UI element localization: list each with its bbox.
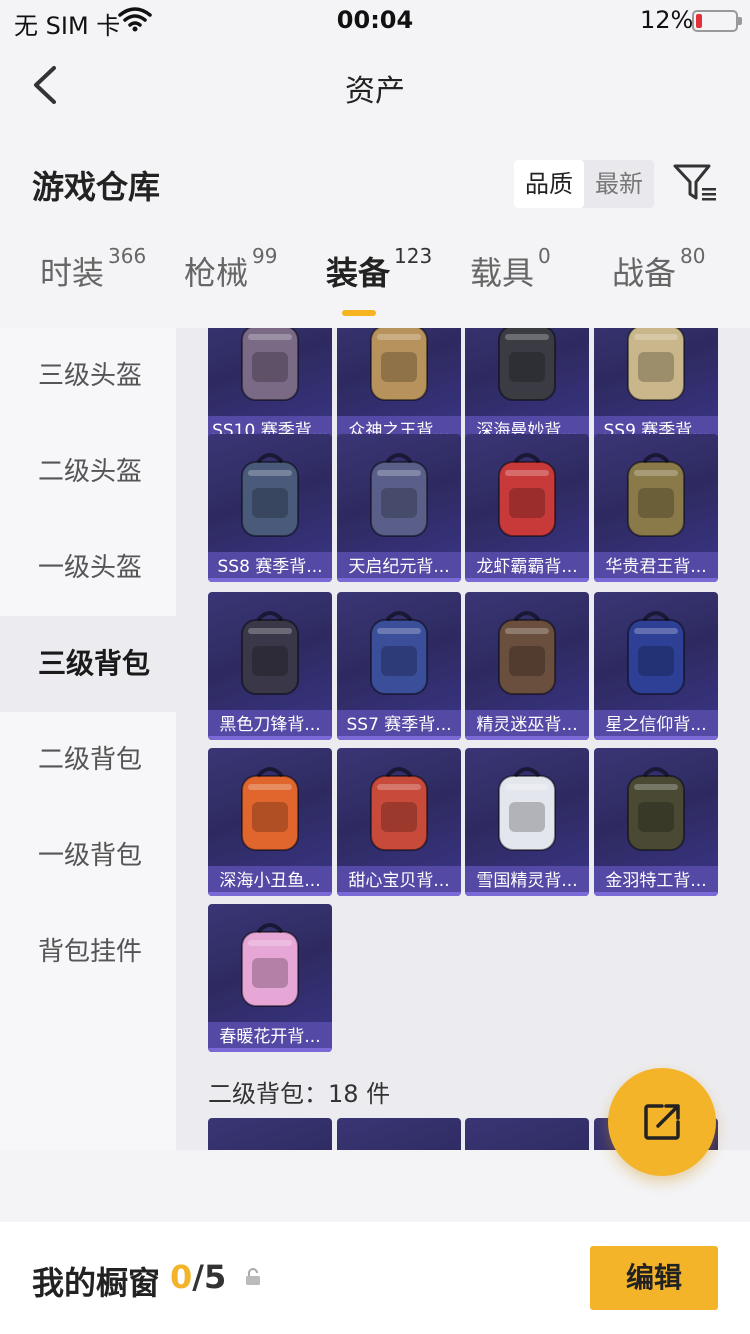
battery-icon [692, 10, 742, 32]
backpack-icon [370, 453, 428, 537]
tab-label: 装备 [326, 254, 391, 292]
sort-toggle: 品质 最新 [514, 160, 654, 208]
item-name: 天启纪元背... [337, 552, 461, 582]
item-card[interactable]: 星之信仰背... [594, 592, 718, 740]
tab-gear[interactable]: 战备 80 [612, 244, 705, 318]
tab-equipment[interactable]: 装备 123 [326, 244, 432, 318]
tab-label: 载具 [470, 254, 535, 292]
backpack-icon [498, 767, 556, 851]
item-card-partial[interactable] [465, 1118, 589, 1150]
group-label: 二级背包：18 件 [208, 1080, 391, 1108]
battery-percent: 12% [640, 6, 694, 34]
item-card-partial[interactable] [337, 1118, 461, 1150]
item-name: 深海小丑鱼... [208, 866, 332, 896]
item-card[interactable]: SS10 赛季背... [208, 328, 332, 446]
tab-label: 时装 [40, 254, 105, 292]
item-name: 春暖花开背... [208, 1022, 332, 1052]
backpack-icon [498, 328, 556, 401]
backpack-icon [627, 453, 685, 537]
item-card-partial[interactable] [208, 1118, 332, 1150]
item-card[interactable]: 黑色刀锋背... [208, 592, 332, 740]
showcase-total: /5 [192, 1258, 227, 1296]
item-card[interactable]: 精灵迷巫背... [465, 592, 589, 740]
sidebar-item-backpack-2[interactable]: 二级背包 [0, 712, 176, 808]
item-card[interactable]: SS9 赛季背... [594, 328, 718, 446]
item-card[interactable]: 龙虾霸霸背... [465, 434, 589, 582]
tab-count: 80 [680, 244, 706, 268]
category-tabs: 时装 366 枪械 99 装备 123 载具 0 战备 80 [0, 244, 750, 328]
page-title: 资产 [345, 74, 405, 109]
item-grid: 二级背包：18 件 SS10 赛季背... 众神之王背... 深海曼妙背... SS9… [176, 328, 750, 1150]
item-card[interactable]: 华贵君王背... [594, 434, 718, 582]
item-name: 黑色刀锋背... [208, 710, 332, 740]
item-card[interactable]: SS8 赛季背... [208, 434, 332, 582]
backpack-icon [370, 611, 428, 695]
item-card[interactable]: 众神之王背... [337, 328, 461, 446]
tab-count: 0 [538, 244, 551, 268]
tab-label: 枪械 [184, 254, 249, 292]
sidebar-item-helmet-2[interactable]: 二级头盔 [0, 424, 176, 520]
tab-count: 123 [394, 244, 433, 268]
backpack-icon [498, 453, 556, 537]
backpack-icon [241, 923, 299, 1007]
item-name: SS8 赛季背... [208, 552, 332, 582]
showcase-count: 0/5 [170, 1258, 226, 1296]
tab-vehicles[interactable]: 载具 0 [470, 244, 551, 318]
tab-outfits[interactable]: 时装 366 [40, 244, 146, 318]
item-card[interactable]: 甜心宝贝背... [337, 748, 461, 896]
edit-button[interactable]: 编辑 [590, 1246, 718, 1310]
item-card[interactable]: 深海曼妙背... [465, 328, 589, 446]
backpack-icon [241, 328, 299, 401]
item-name: 华贵君王背... [594, 552, 718, 582]
section-title: 游戏仓库 [32, 168, 161, 206]
item-name: 金羽特工背... [594, 866, 718, 896]
tab-count: 99 [252, 244, 278, 268]
sidebar-item-backpack-charm[interactable]: 背包挂件 [0, 904, 176, 1000]
share-external-icon [644, 1104, 680, 1140]
tab-count: 366 [108, 244, 147, 268]
backpack-icon [627, 328, 685, 401]
backpack-icon [241, 453, 299, 537]
item-card[interactable]: SS7 赛季背... [337, 592, 461, 740]
item-name: 星之信仰背... [594, 710, 718, 740]
lock-icon [246, 1268, 260, 1285]
sidebar-item-backpack-1[interactable]: 一级背包 [0, 808, 176, 904]
item-card[interactable]: 春暖花开背... [208, 904, 332, 1052]
item-card[interactable]: 天启纪元背... [337, 434, 461, 582]
item-name: 龙虾霸霸背... [465, 552, 589, 582]
backpack-icon [498, 611, 556, 695]
item-card[interactable]: 深海小丑鱼... [208, 748, 332, 896]
backpack-icon [627, 611, 685, 695]
share-button[interactable] [608, 1068, 716, 1176]
item-name: 雪国精灵背... [465, 866, 589, 896]
backpack-icon [627, 767, 685, 851]
item-name: SS7 赛季背... [337, 710, 461, 740]
backpack-icon [241, 611, 299, 695]
sidebar-item-backpack-3[interactable]: 三级背包 [0, 616, 176, 712]
item-card[interactable]: 雪国精灵背... [465, 748, 589, 896]
sort-quality[interactable]: 品质 [514, 160, 584, 208]
item-name: 甜心宝贝背... [337, 866, 461, 896]
item-name: 精灵迷巫背... [465, 710, 589, 740]
showcase-title: 我的橱窗 [32, 1264, 161, 1302]
status-time: 00:04 [336, 6, 414, 34]
showcase-current: 0 [170, 1258, 193, 1296]
tab-active-indicator [342, 310, 376, 316]
backpack-icon [370, 328, 428, 401]
tab-weapons[interactable]: 枪械 99 [184, 244, 277, 318]
filter-icon[interactable] [672, 162, 718, 204]
backpack-icon [370, 767, 428, 851]
sidebar-item-helmet-1[interactable]: 一级头盔 [0, 520, 176, 616]
subcategory-sidebar: 三级头盔 二级头盔 一级头盔 三级背包 二级背包 一级背包 背包挂件 [0, 328, 176, 1150]
tab-label: 战备 [612, 254, 677, 292]
sort-newest[interactable]: 最新 [584, 160, 654, 208]
backpack-icon [241, 767, 299, 851]
showcase-bar: 我的橱窗 0/5 编辑 [0, 1222, 750, 1334]
item-card[interactable]: 金羽特工背... [594, 748, 718, 896]
status-bar: 无 SIM 卡 00:04 12% [0, 0, 750, 40]
sidebar-item-helmet-3[interactable]: 三级头盔 [0, 328, 176, 424]
